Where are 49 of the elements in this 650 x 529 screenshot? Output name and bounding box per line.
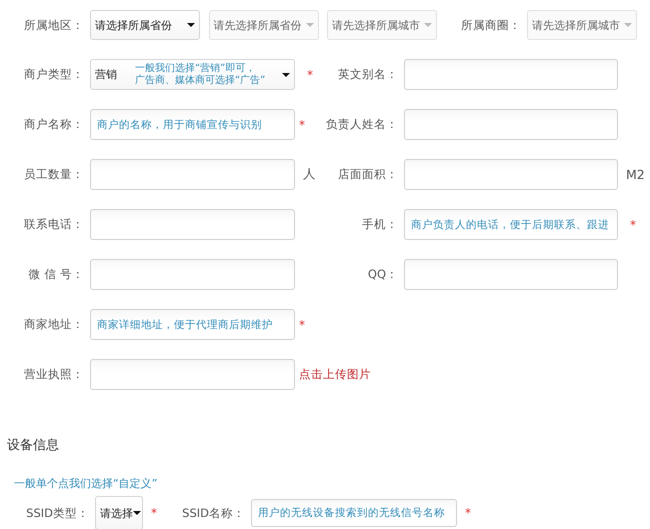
select-field[interactable]: 请选择所属省份 (90, 10, 200, 40)
field-label: 商户类型： (23, 67, 85, 82)
field-label: 英文别名： (337, 67, 399, 82)
input-field[interactable]: 商户负责人的电话，便于后期联系、跟进 (404, 209, 618, 240)
field-label: 员工数量： (23, 167, 85, 182)
field-label: SSID类型： (25, 506, 90, 520)
field-label: 手机： (361, 217, 399, 232)
required-mark: * (298, 118, 305, 132)
field-label: SSID名称： (181, 506, 246, 520)
caret-icon (424, 23, 432, 27)
input-field[interactable] (90, 259, 295, 290)
unit-text: M2 (625, 167, 645, 182)
input-field[interactable]: 商家详细地址，便于代理商后期维护 (90, 309, 295, 340)
section-title: 设备信息 (7, 437, 60, 454)
field-label: 微 信 号： (28, 267, 85, 282)
input-field[interactable] (404, 159, 618, 190)
input-field[interactable] (404, 109, 618, 140)
field-label: 所属地区： (23, 18, 85, 32)
upload-link[interactable]: 点击上传图片 (295, 367, 371, 382)
field-label: 负责人姓名： (325, 117, 399, 132)
field-label: QQ： (366, 267, 399, 282)
caret-icon (133, 511, 141, 515)
hint-text: 一般我们选择“营销”即可， 广告商、媒体商可选择“广告” (135, 63, 266, 87)
input-field[interactable] (90, 209, 295, 240)
caret-icon (624, 23, 632, 27)
caret-icon (306, 23, 314, 27)
required-mark: * (464, 506, 471, 520)
field-label: 联系电话： (23, 217, 85, 232)
unit-text: 人 (302, 166, 316, 183)
input-field[interactable]: 用户的无线设备搜索到的无线信号名称 (251, 499, 457, 527)
select-field[interactable]: 营销 一般我们选择“营销”即可， 广告商、媒体商可选择“广告” (90, 59, 295, 90)
field-label: 所属商圈： (460, 18, 522, 32)
caret-icon (187, 23, 195, 27)
select-field[interactable]: 请选择 (95, 496, 143, 529)
required-mark: * (306, 68, 313, 82)
input-field[interactable] (404, 259, 618, 290)
caret-icon (282, 72, 290, 76)
field-label: 营业执照： (23, 367, 85, 382)
input-field[interactable] (90, 159, 295, 190)
hint-text: 一般单个点我们选择“自定义” (14, 476, 158, 491)
required-mark: * (629, 218, 636, 232)
field-label: 店面面积： (337, 167, 399, 182)
input-field[interactable]: 商户的名称，用于商铺宣传与识别 (90, 109, 295, 140)
input-field[interactable] (404, 59, 618, 90)
required-mark: * (298, 318, 305, 332)
input-field[interactable] (90, 359, 295, 390)
required-mark: * (150, 506, 157, 520)
field-label: 商户名称： (23, 117, 85, 132)
field-label: 商家地址： (23, 317, 85, 332)
